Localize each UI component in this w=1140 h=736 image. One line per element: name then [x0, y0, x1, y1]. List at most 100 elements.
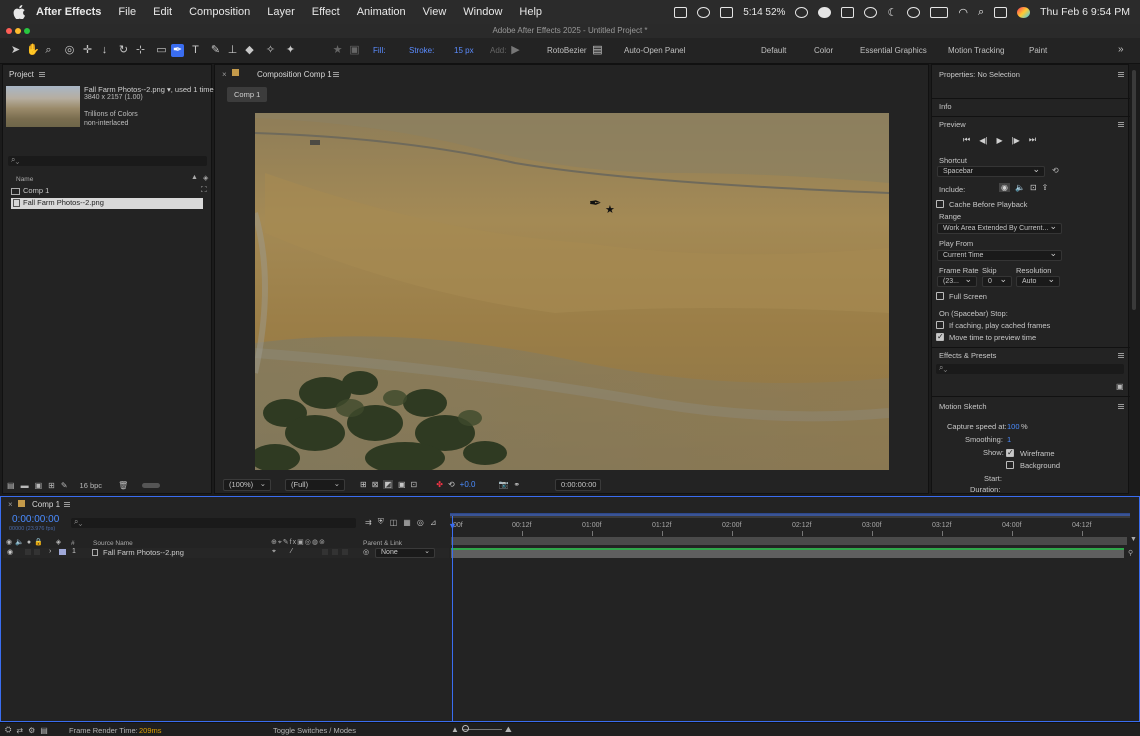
solo-column-icon[interactable]: ● — [27, 539, 31, 546]
timeline-zoom-handle[interactable] — [462, 725, 469, 732]
comp-marker-icon[interactable]: ⚲ — [1128, 549, 1133, 557]
control-center-icon[interactable] — [994, 6, 1008, 18]
transparency-grid-icon[interactable]: ⊠ — [372, 480, 379, 489]
viewer-timecode[interactable]: 0:00:00:00 — [555, 479, 601, 491]
snapshot-icon[interactable]: 📷 — [498, 480, 508, 489]
render-queue-icon[interactable]: ▤ — [40, 726, 48, 735]
layer-source-name[interactable]: Fall Farm Photos--2.png — [103, 548, 184, 557]
playhead-handle-icon[interactable]: ▼ — [448, 521, 457, 531]
zoom-window-button[interactable] — [24, 28, 30, 34]
frame-blending-icon[interactable]: ▦ — [403, 518, 411, 527]
layer-shy-icon[interactable]: ⌖ — [272, 548, 276, 556]
clone-stamp-tool-icon[interactable]: ⊥ — [226, 44, 239, 57]
preview-title[interactable]: Preview — [939, 120, 966, 129]
layer-fx-toggle[interactable] — [322, 549, 328, 555]
siri-icon[interactable] — [1017, 6, 1031, 18]
interpret-footage-icon[interactable]: ▤ — [7, 481, 15, 490]
apple-icon[interactable] — [12, 5, 26, 19]
screen-mirror-icon[interactable] — [674, 6, 688, 18]
project-item-comp[interactable]: Comp 1 — [11, 186, 203, 197]
thumbnail-size-slider[interactable] — [142, 483, 161, 488]
rotate-tool-icon[interactable]: ↻ — [117, 44, 130, 57]
layer-solo-toggle[interactable] — [25, 549, 31, 555]
video-column-icon[interactable]: ◉ — [6, 538, 12, 546]
timeline-search-input[interactable]: ⌕⌄ — [71, 517, 356, 528]
comp-menu-icon[interactable] — [333, 72, 339, 77]
workspace-default[interactable]: Default — [761, 46, 786, 55]
puppet-tool-icon[interactable]: ✦ — [284, 44, 297, 57]
menu-help[interactable]: Help — [519, 6, 542, 18]
parent-pickwhip-icon[interactable]: ◎ — [363, 548, 369, 556]
rectangle-tool-icon[interactable]: ▭ — [155, 44, 168, 57]
minimize-window-button[interactable] — [15, 28, 21, 34]
zoom-in-icon[interactable]: ⛰ — [505, 725, 512, 735]
layer-visibility-icon[interactable]: ◉ — [7, 548, 13, 556]
motion-sketch-title[interactable]: Motion Sketch — [939, 402, 987, 411]
info-title[interactable]: Info — [939, 102, 952, 111]
new-comp-icon[interactable]: ▣ — [35, 481, 43, 490]
camera-icon[interactable] — [720, 6, 734, 18]
menu-file[interactable]: File — [118, 6, 136, 18]
close-panel-icon[interactable]: × — [222, 70, 227, 79]
clock-icon[interactable] — [907, 6, 921, 18]
menu-layer[interactable]: Layer — [267, 6, 295, 18]
selected-item-name[interactable]: Fall Farm Photos--2.png ▾, used 1 time — [84, 85, 214, 94]
pen-tool-icon[interactable]: ✒ — [171, 44, 184, 57]
type-tool-icon[interactable]: T — [189, 44, 202, 57]
exposure-value[interactable]: +0.0 — [460, 480, 476, 489]
audio-icon[interactable]: 🔈 — [1015, 183, 1025, 192]
mask-visibility-icon[interactable]: ◩ — [383, 480, 393, 489]
selection-tool-icon[interactable]: ➤ — [9, 44, 22, 57]
hand-tool-icon[interactable]: ✋ — [26, 44, 40, 57]
display-icon[interactable] — [841, 6, 855, 18]
label-column-icon[interactable]: ◈ — [56, 538, 61, 546]
graph-editor-icon[interactable]: ⊿ — [430, 518, 437, 527]
frame-rate-dropdown[interactable]: (23... — [937, 276, 977, 287]
timeline-tab-comp1[interactable]: Comp 1 — [32, 500, 60, 509]
creative-cloud-icon[interactable] — [697, 6, 711, 18]
menu-effect[interactable]: Effect — [312, 6, 340, 18]
pan-tool-icon[interactable]: ✛ — [81, 44, 94, 57]
menu-view[interactable]: View — [423, 6, 447, 18]
playhead[interactable] — [452, 516, 453, 721]
wireframe-checkbox[interactable] — [1006, 448, 1014, 457]
effects-menu-icon[interactable] — [1118, 353, 1124, 358]
external-icon[interactable]: ⇪ — [1042, 183, 1049, 192]
project-menu-icon[interactable] — [39, 72, 45, 77]
guides-icon[interactable]: ⊡ — [411, 480, 418, 489]
adjust-icon[interactable]: ⊞ — [48, 481, 55, 490]
motion-blur-icon[interactable]: ◎ — [417, 518, 424, 527]
workspace-color[interactable]: Color — [814, 46, 833, 55]
wifi-icon[interactable]: ◠ — [958, 6, 968, 19]
battery-icon[interactable] — [930, 6, 949, 18]
comp-tab-comp1[interactable]: Comp 1 — [227, 87, 268, 102]
toggle-switches-modes-button[interactable]: Toggle Switches / Modes — [273, 726, 356, 735]
menu-edit[interactable]: Edit — [153, 6, 172, 18]
render-icon[interactable]: ⛭ — [5, 725, 11, 735]
composition-panel-title[interactable]: Composition Comp 1 — [257, 70, 332, 79]
work-area-bar[interactable] — [450, 513, 1130, 518]
orbit-tool-icon[interactable]: ◎ — [63, 44, 76, 57]
properties-menu-icon[interactable] — [1118, 72, 1124, 77]
last-frame-icon[interactable]: ⏭ — [1029, 135, 1036, 145]
stroke-label[interactable]: Stroke: — [409, 46, 434, 55]
workspace-motion-tracking[interactable]: Motion Tracking — [948, 46, 1004, 55]
settings-icon[interactable]: ⚙ — [28, 726, 35, 735]
layer-lock-toggle[interactable] — [34, 549, 40, 555]
draft-3d-icon[interactable]: ⛨ — [378, 517, 384, 527]
bit-depth-button[interactable]: 16 bpc — [80, 481, 103, 490]
flowchart-icon[interactable]: ⛶ — [201, 185, 207, 195]
workspace-essential-graphics[interactable]: Essential Graphics — [860, 46, 927, 55]
region-of-interest-icon[interactable]: ▣ — [398, 480, 406, 489]
parent-dropdown[interactable]: None ⌄ — [375, 548, 435, 558]
resolution-dropdown[interactable]: Auto — [1016, 276, 1060, 287]
project-item-footage[interactable]: Fall Farm Photos--2.png — [11, 198, 203, 209]
roto-brush-tool-icon[interactable]: ✧ — [264, 44, 277, 57]
smoothing-value[interactable]: 1 — [1007, 435, 1011, 444]
play-icon[interactable] — [864, 6, 878, 18]
time-ruler[interactable]: 00f 00:12f 01:00f 01:12f 02:00f 02:12f 03:00f 0… — [450, 519, 1130, 537]
reset-icon[interactable]: ⟲ — [1052, 166, 1059, 175]
play-icon[interactable]: ▶ — [996, 136, 1002, 145]
show-snapshot-icon[interactable]: ⚭ — [513, 480, 520, 489]
trash-icon[interactable]: 🗑 — [118, 481, 128, 490]
